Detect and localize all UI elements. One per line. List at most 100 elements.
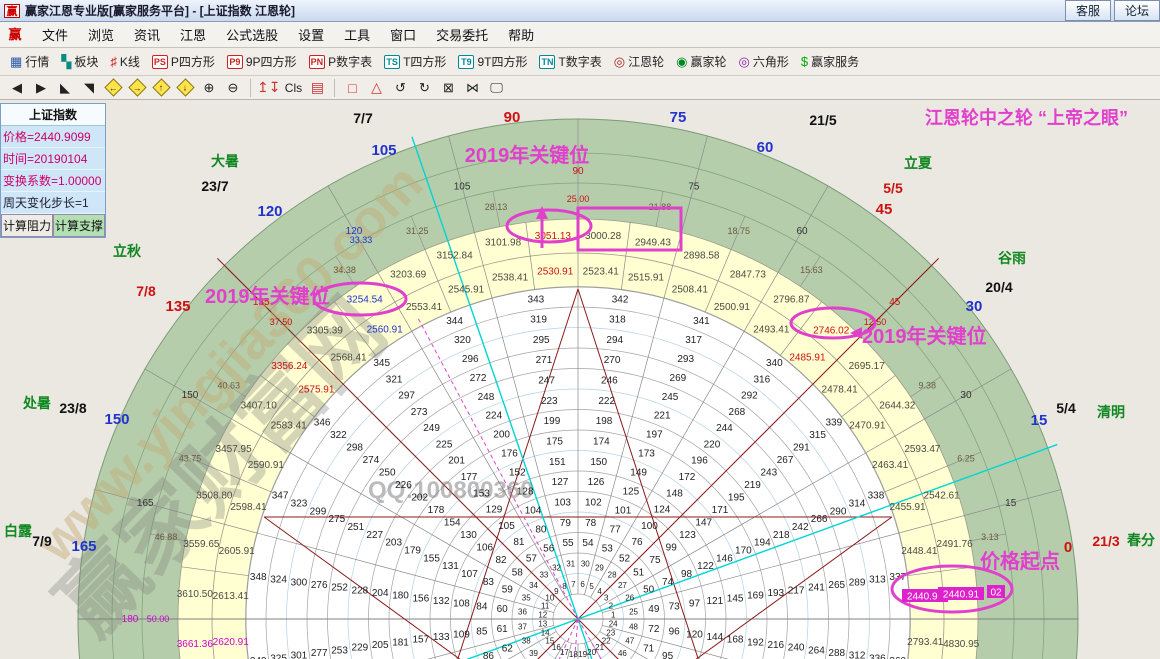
titlebar-buttons: 客服论坛 <box>1065 0 1160 21</box>
svg-text:338: 338 <box>868 491 885 502</box>
edge-label-7/7: 7/7 <box>353 110 373 126</box>
svg-text:59: 59 <box>502 585 514 596</box>
pan-left-icon[interactable]: ← <box>102 78 124 98</box>
svg-text:98: 98 <box>681 569 693 580</box>
toolbar-button-9P四方形[interactable]: P99P四方形 <box>221 51 303 72</box>
svg-text:200: 200 <box>493 430 510 441</box>
toolbar-button-江恩轮[interactable]: ◎江恩轮 <box>608 51 670 72</box>
menu-item-交易委托[interactable]: 交易委托 <box>426 22 498 47</box>
pan-right-icon[interactable]: → <box>126 78 148 98</box>
toolbar-button-六角形[interactable]: ◎六角形 <box>733 51 795 72</box>
svg-text:2491.76: 2491.76 <box>937 539 974 550</box>
rotate-cw-icon[interactable]: ↻ <box>413 78 435 98</box>
svg-text:5: 5 <box>589 582 594 591</box>
calendar-icon[interactable]: ▤ <box>306 78 328 98</box>
svg-text:18.75: 18.75 <box>727 226 750 236</box>
toolbar-button-赢家轮[interactable]: ◉赢家轮 <box>670 51 732 72</box>
edge-label-21/3: 21/3 <box>1092 533 1119 549</box>
scale-icon[interactable]: ↥↧ <box>257 78 280 98</box>
svg-text:199: 199 <box>544 416 561 427</box>
service-icon: $ <box>801 55 808 69</box>
svg-text:129: 129 <box>486 505 503 516</box>
resize-icon[interactable]: ⋈ <box>461 78 483 98</box>
pan-down-icon[interactable]: ↓ <box>174 78 196 98</box>
svg-text:2530.91: 2530.91 <box>537 267 574 278</box>
toolbar-button-9T四方形[interactable]: T99T四方形 <box>452 51 533 72</box>
menu-item-帮助[interactable]: 帮助 <box>498 22 544 47</box>
svg-text:28: 28 <box>608 571 617 580</box>
menu-item-江恩[interactable]: 江恩 <box>170 22 216 47</box>
display-icon[interactable]: 🖵 <box>485 78 507 98</box>
svg-text:2598.41: 2598.41 <box>230 502 267 513</box>
svg-text:2515.91: 2515.91 <box>628 273 665 284</box>
rotate-ccw-icon[interactable]: ↺ <box>389 78 411 98</box>
svg-text:97: 97 <box>689 599 701 610</box>
edge-label-0: 0 <box>1064 539 1072 556</box>
svg-text:268: 268 <box>729 407 746 418</box>
fit-icon[interactable]: ⊠ <box>437 78 459 98</box>
forum-button[interactable]: 论坛 <box>1114 0 1160 21</box>
svg-text:2796.87: 2796.87 <box>773 295 810 306</box>
toolbar-button-赢家服务[interactable]: $赢家服务 <box>795 51 865 72</box>
edge-label-135: 135 <box>165 298 190 315</box>
menu-item-资讯[interactable]: 资讯 <box>124 22 170 47</box>
calc-button-计算阻力[interactable]: 计算阻力 <box>1 214 53 237</box>
toolbar-label: 9P四方形 <box>246 53 297 70</box>
svg-text:31: 31 <box>566 559 575 568</box>
svg-text:34: 34 <box>529 581 538 590</box>
toolbar-button-T四方形[interactable]: TST四方形 <box>378 51 452 72</box>
prev-arrow-icon[interactable]: ◀ <box>6 78 28 98</box>
svg-text:156: 156 <box>413 593 430 604</box>
toolbar-button-T数字表[interactable]: TNT数字表 <box>533 51 607 72</box>
rotate-right-icon[interactable]: ◥ <box>78 78 100 98</box>
svg-text:106: 106 <box>476 542 493 553</box>
toolbar-button-P四方形[interactable]: PSP四方形 <box>146 51 221 72</box>
menu-item-文件[interactable]: 文件 <box>32 22 78 47</box>
triangle-tool-icon[interactable]: △ <box>365 78 387 98</box>
svg-text:60: 60 <box>796 226 808 237</box>
pan-up-icon[interactable]: ↑ <box>150 78 172 98</box>
edge-label-105: 105 <box>371 142 396 159</box>
rotate-left-icon[interactable]: ◣ <box>54 78 76 98</box>
edge-label-7/8: 7/8 <box>136 283 156 299</box>
menu-item-浏览[interactable]: 浏览 <box>78 22 124 47</box>
svg-text:47: 47 <box>625 636 634 645</box>
toolbar-button-K线[interactable]: ♯K线 <box>104 51 146 72</box>
menu-item-设置[interactable]: 设置 <box>288 22 334 47</box>
svg-text:220: 220 <box>704 439 721 450</box>
svg-text:80: 80 <box>535 524 547 535</box>
next-arrow-icon[interactable]: ▶ <box>30 78 52 98</box>
zoom-out-icon[interactable]: ⊖ <box>222 78 244 98</box>
svg-text:153: 153 <box>473 488 490 499</box>
toolbar-button-P数字表[interactable]: PNP数字表 <box>303 51 379 72</box>
svg-text:25: 25 <box>629 608 638 617</box>
svg-text:62: 62 <box>502 643 514 654</box>
toolbar-button-板块[interactable]: ▚板块 <box>55 51 104 72</box>
svg-text:275: 275 <box>329 514 346 525</box>
svg-text:269: 269 <box>670 373 687 384</box>
t9-square-icon: T9 <box>458 55 474 69</box>
svg-text:205: 205 <box>372 640 389 651</box>
svg-text:2538.41: 2538.41 <box>492 273 529 284</box>
edge-label-21/5: 21/5 <box>809 112 836 128</box>
menu-item-窗口[interactable]: 窗口 <box>380 22 426 47</box>
svg-text:86: 86 <box>483 651 495 659</box>
square-tool-icon[interactable]: □ <box>341 78 363 98</box>
menu-item-公式选股[interactable]: 公式选股 <box>216 22 288 47</box>
svg-text:121: 121 <box>706 596 723 607</box>
calc-button-计算支撑[interactable]: 计算支撑 <box>53 214 105 237</box>
toolbar-button-行情[interactable]: ▦行情 <box>4 51 55 72</box>
svg-text:54: 54 <box>582 538 594 549</box>
svg-text:145: 145 <box>727 593 744 604</box>
zoom-in-icon[interactable]: ⊕ <box>198 78 220 98</box>
svg-text:35: 35 <box>522 594 531 603</box>
cls-button[interactable]: Cls <box>282 78 304 98</box>
svg-text:217: 217 <box>788 585 805 596</box>
svg-text:203: 203 <box>385 538 402 549</box>
svg-text:173: 173 <box>638 449 655 460</box>
svg-text:299: 299 <box>310 506 327 517</box>
menu-item-工具[interactable]: 工具 <box>334 22 380 47</box>
svg-text:99: 99 <box>666 542 678 553</box>
customer-service-button[interactable]: 客服 <box>1065 0 1111 21</box>
svg-text:2695.17: 2695.17 <box>849 361 886 372</box>
